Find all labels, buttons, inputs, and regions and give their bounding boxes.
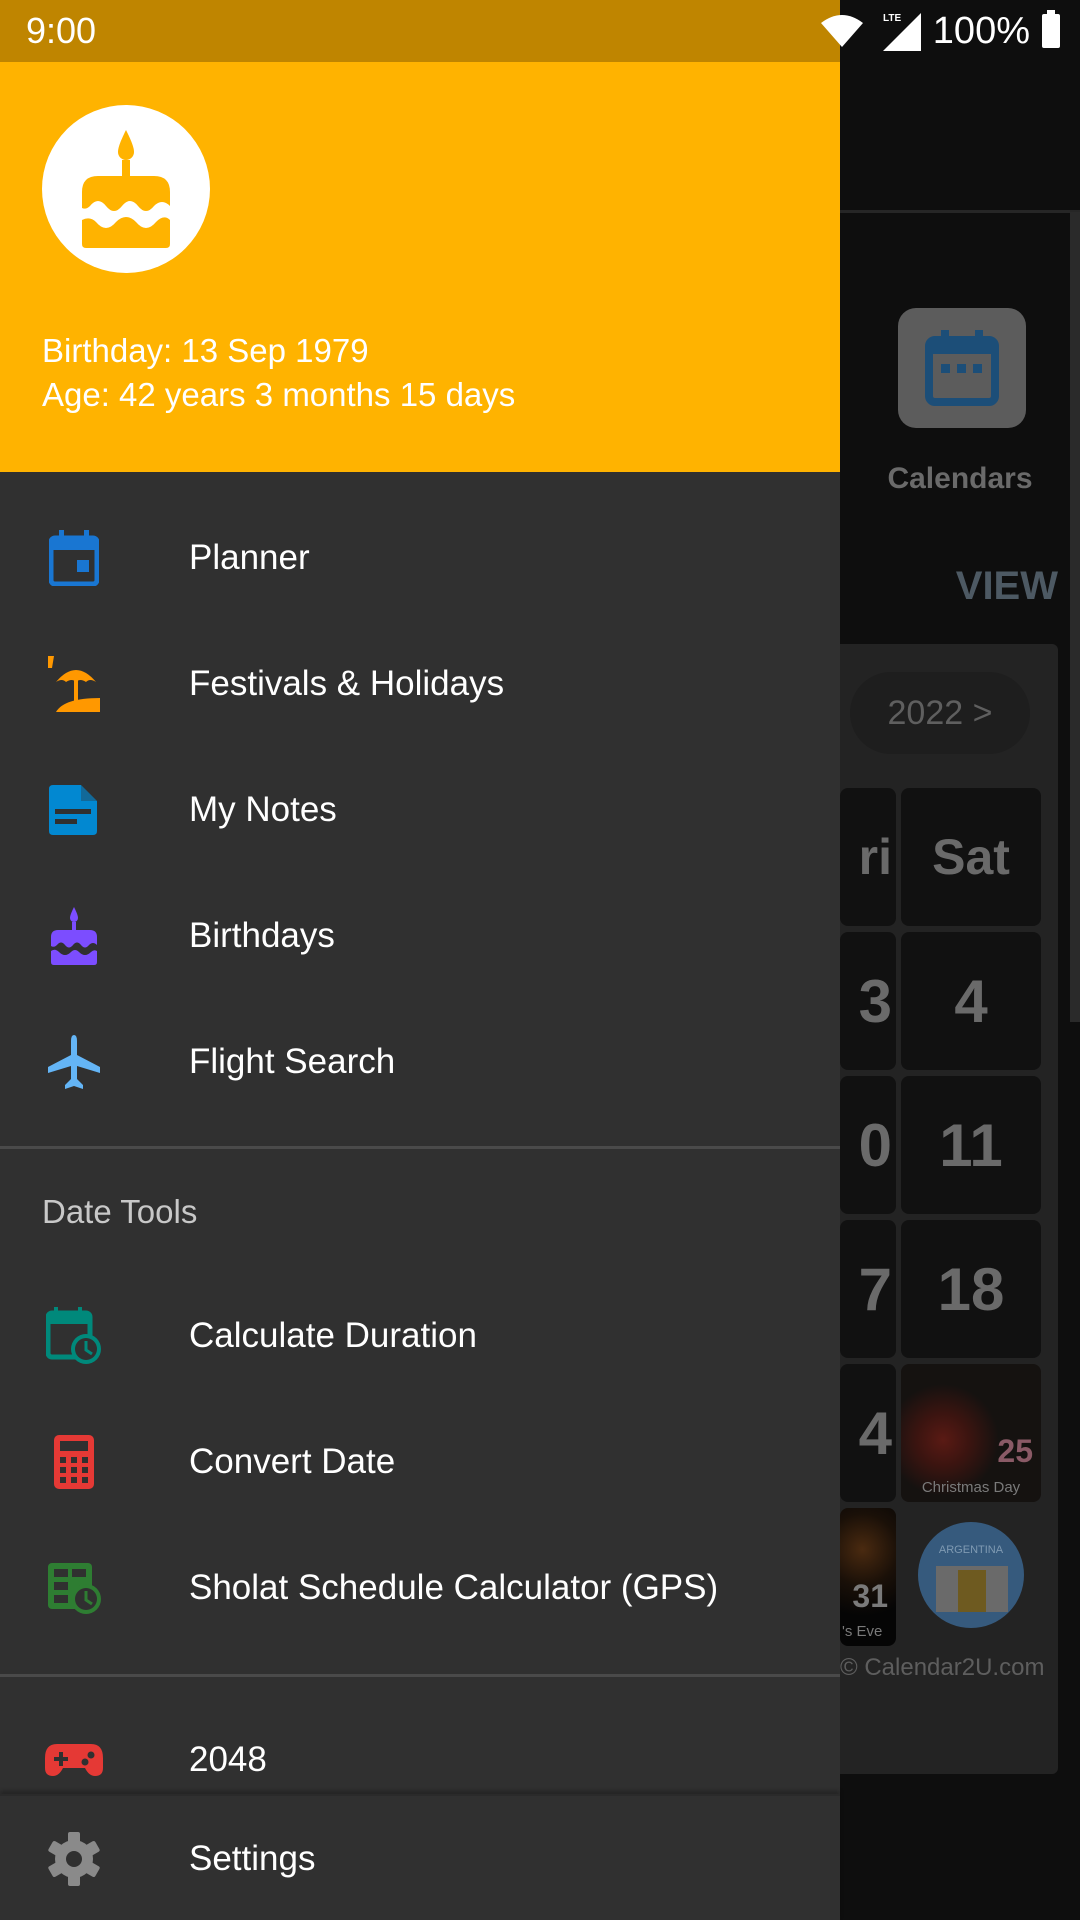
avatar[interactable] bbox=[42, 105, 210, 273]
menu-item-my-notes[interactable]: My Notes bbox=[0, 747, 840, 873]
status-time: 9:00 bbox=[26, 10, 97, 51]
calculator-icon bbox=[44, 1432, 104, 1492]
menu-item-label: Calculate Duration bbox=[189, 1316, 477, 1355]
menu-item-label: Convert Date bbox=[189, 1442, 396, 1481]
beach-umbrella-icon bbox=[44, 654, 104, 714]
menu-item-birthdays[interactable]: Birthdays bbox=[0, 873, 840, 999]
calendar-icon bbox=[44, 528, 104, 588]
gamepad-icon bbox=[44, 1730, 104, 1790]
menu-item-label: Flight Search bbox=[189, 1042, 396, 1081]
menu-item-label: Birthdays bbox=[189, 916, 335, 955]
menu-item-label: 2048 bbox=[189, 1740, 267, 1779]
weekday-header-fri: ri bbox=[840, 788, 896, 926]
gear-icon bbox=[44, 1829, 104, 1889]
calendar-day[interactable]: 7 bbox=[840, 1220, 896, 1358]
status-bar-tint bbox=[0, 0, 840, 62]
age-text: Age: 42 years 3 months 15 days bbox=[42, 376, 516, 413]
network-type: LTE bbox=[883, 13, 901, 24]
menu-item-calculate-duration[interactable]: Calculate Duration bbox=[0, 1273, 840, 1399]
navigation-drawer: Birthday: 13 Sep 1979 Age: 42 years 3 mo… bbox=[0, 62, 840, 1920]
view-button[interactable]: VIEW bbox=[956, 564, 1058, 609]
calendar-day[interactable]: 3 bbox=[840, 932, 896, 1070]
menu-item-festivals-holidays[interactable]: Festivals & Holidays bbox=[0, 621, 840, 747]
signal-icon: LTE bbox=[877, 11, 921, 51]
day-number: 31 bbox=[852, 1578, 888, 1614]
weekday-header-sat: Sat bbox=[901, 788, 1041, 926]
battery-percentage: 100% bbox=[932, 9, 1030, 52]
note-icon bbox=[44, 780, 104, 840]
menu-item-planner[interactable]: Planner bbox=[0, 495, 840, 621]
cake-icon bbox=[44, 906, 104, 966]
status-icons: LTE 100% bbox=[819, 10, 1060, 52]
menu-item-label: Sholat Schedule Calculator (GPS) bbox=[189, 1568, 719, 1607]
menu-item-label: Festivals & Holidays bbox=[189, 664, 505, 703]
cake-icon bbox=[82, 130, 170, 248]
menu-item-convert-date[interactable]: Convert Date bbox=[0, 1399, 840, 1525]
status-bar: 9:00 LTE 100% bbox=[0, 0, 1080, 62]
day-number: 25 bbox=[997, 1433, 1033, 1469]
holiday-caption: 's Eve bbox=[842, 1623, 883, 1640]
toolbar-divider bbox=[840, 210, 1080, 213]
calendar-clock-icon bbox=[44, 1306, 104, 1366]
calendar-day-christmas[interactable]: 25 Christmas Day bbox=[901, 1364, 1041, 1502]
scrollbar[interactable] bbox=[1070, 212, 1080, 1022]
section-title-date-tools: Date Tools bbox=[42, 1193, 198, 1230]
calendar-day[interactable]: 4 bbox=[901, 932, 1041, 1070]
birthday-text: Birthday: 13 Sep 1979 bbox=[42, 332, 369, 369]
section-divider bbox=[0, 1674, 840, 1677]
calendar-day[interactable]: 11 bbox=[901, 1076, 1041, 1214]
menu-item-label: Planner bbox=[189, 538, 310, 577]
calendar-day[interactable]: 4 bbox=[840, 1364, 896, 1502]
wifi-icon bbox=[820, 15, 863, 47]
calendars-label: Calendars bbox=[887, 462, 1033, 495]
calendars-button[interactable] bbox=[898, 308, 1026, 428]
cathedral-image bbox=[958, 1570, 986, 1612]
next-year-button[interactable]: 2022 > bbox=[850, 672, 1030, 754]
calendar-icon bbox=[925, 330, 999, 406]
menu-item-label: Settings bbox=[189, 1839, 316, 1878]
menu-item-settings[interactable]: Settings bbox=[0, 1796, 840, 1920]
calendar-day-new-years-eve[interactable]: 31 's Eve bbox=[840, 1508, 896, 1646]
menu-item-sholat-schedule[interactable]: Sholat Schedule Calculator (GPS) bbox=[0, 1525, 840, 1651]
calendar-day[interactable]: 0 bbox=[840, 1076, 896, 1214]
calendar-day[interactable]: 18 bbox=[901, 1220, 1041, 1358]
copyright-text: © Calendar2U.com bbox=[840, 1654, 1045, 1681]
menu-item-label: My Notes bbox=[189, 790, 337, 829]
drawer-header: Birthday: 13 Sep 1979 Age: 42 years 3 mo… bbox=[0, 62, 840, 472]
background-app: Calendars VIEW 2022 > ri 3 0 7 4 31 's E… bbox=[840, 62, 1080, 1920]
argentina-badge[interactable]: ARGENTINA bbox=[918, 1522, 1024, 1628]
badge-title: ARGENTINA bbox=[938, 1544, 1004, 1556]
section-divider bbox=[0, 1146, 840, 1149]
battery-icon bbox=[1042, 10, 1060, 48]
airplane-icon bbox=[44, 1032, 104, 1092]
drawer-footer: Settings bbox=[0, 1794, 840, 1920]
schedule-clock-icon bbox=[44, 1558, 104, 1618]
menu-item-flight-search[interactable]: Flight Search bbox=[0, 999, 840, 1125]
holiday-caption: Christmas Day bbox=[921, 1479, 1021, 1496]
